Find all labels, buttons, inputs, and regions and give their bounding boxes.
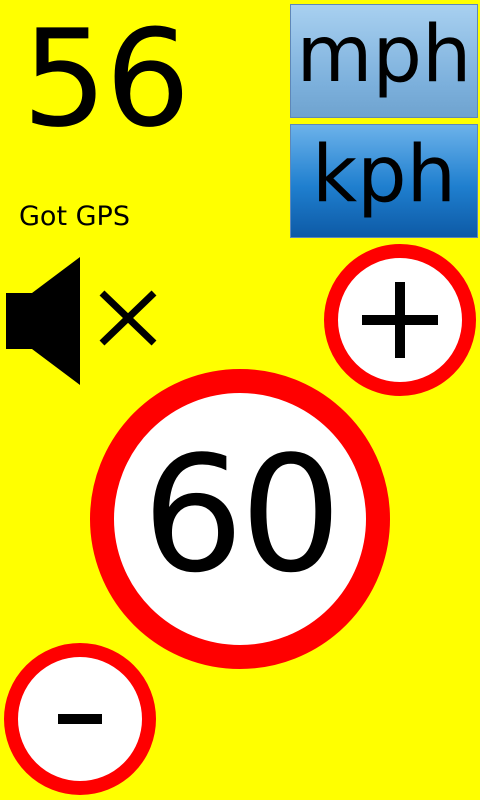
speaker-muted-icon (6, 257, 157, 385)
kph-button-label: kph (311, 130, 457, 220)
decrease-limit-button[interactable] (4, 643, 156, 795)
kph-button[interactable]: kph (290, 124, 478, 238)
minus-icon (56, 695, 104, 743)
speed-limit-sign: 60 (90, 369, 390, 669)
increase-limit-button[interactable] (324, 244, 476, 396)
mph-button-label: mph (296, 10, 472, 100)
mph-button[interactable]: mph (290, 4, 478, 118)
plus-icon (360, 280, 440, 360)
mute-toggle-button[interactable] (6, 257, 158, 385)
current-speed: 56 (22, 1, 191, 157)
gps-status: Got GPS (19, 201, 130, 232)
speed-limit-value: 60 (142, 421, 342, 608)
